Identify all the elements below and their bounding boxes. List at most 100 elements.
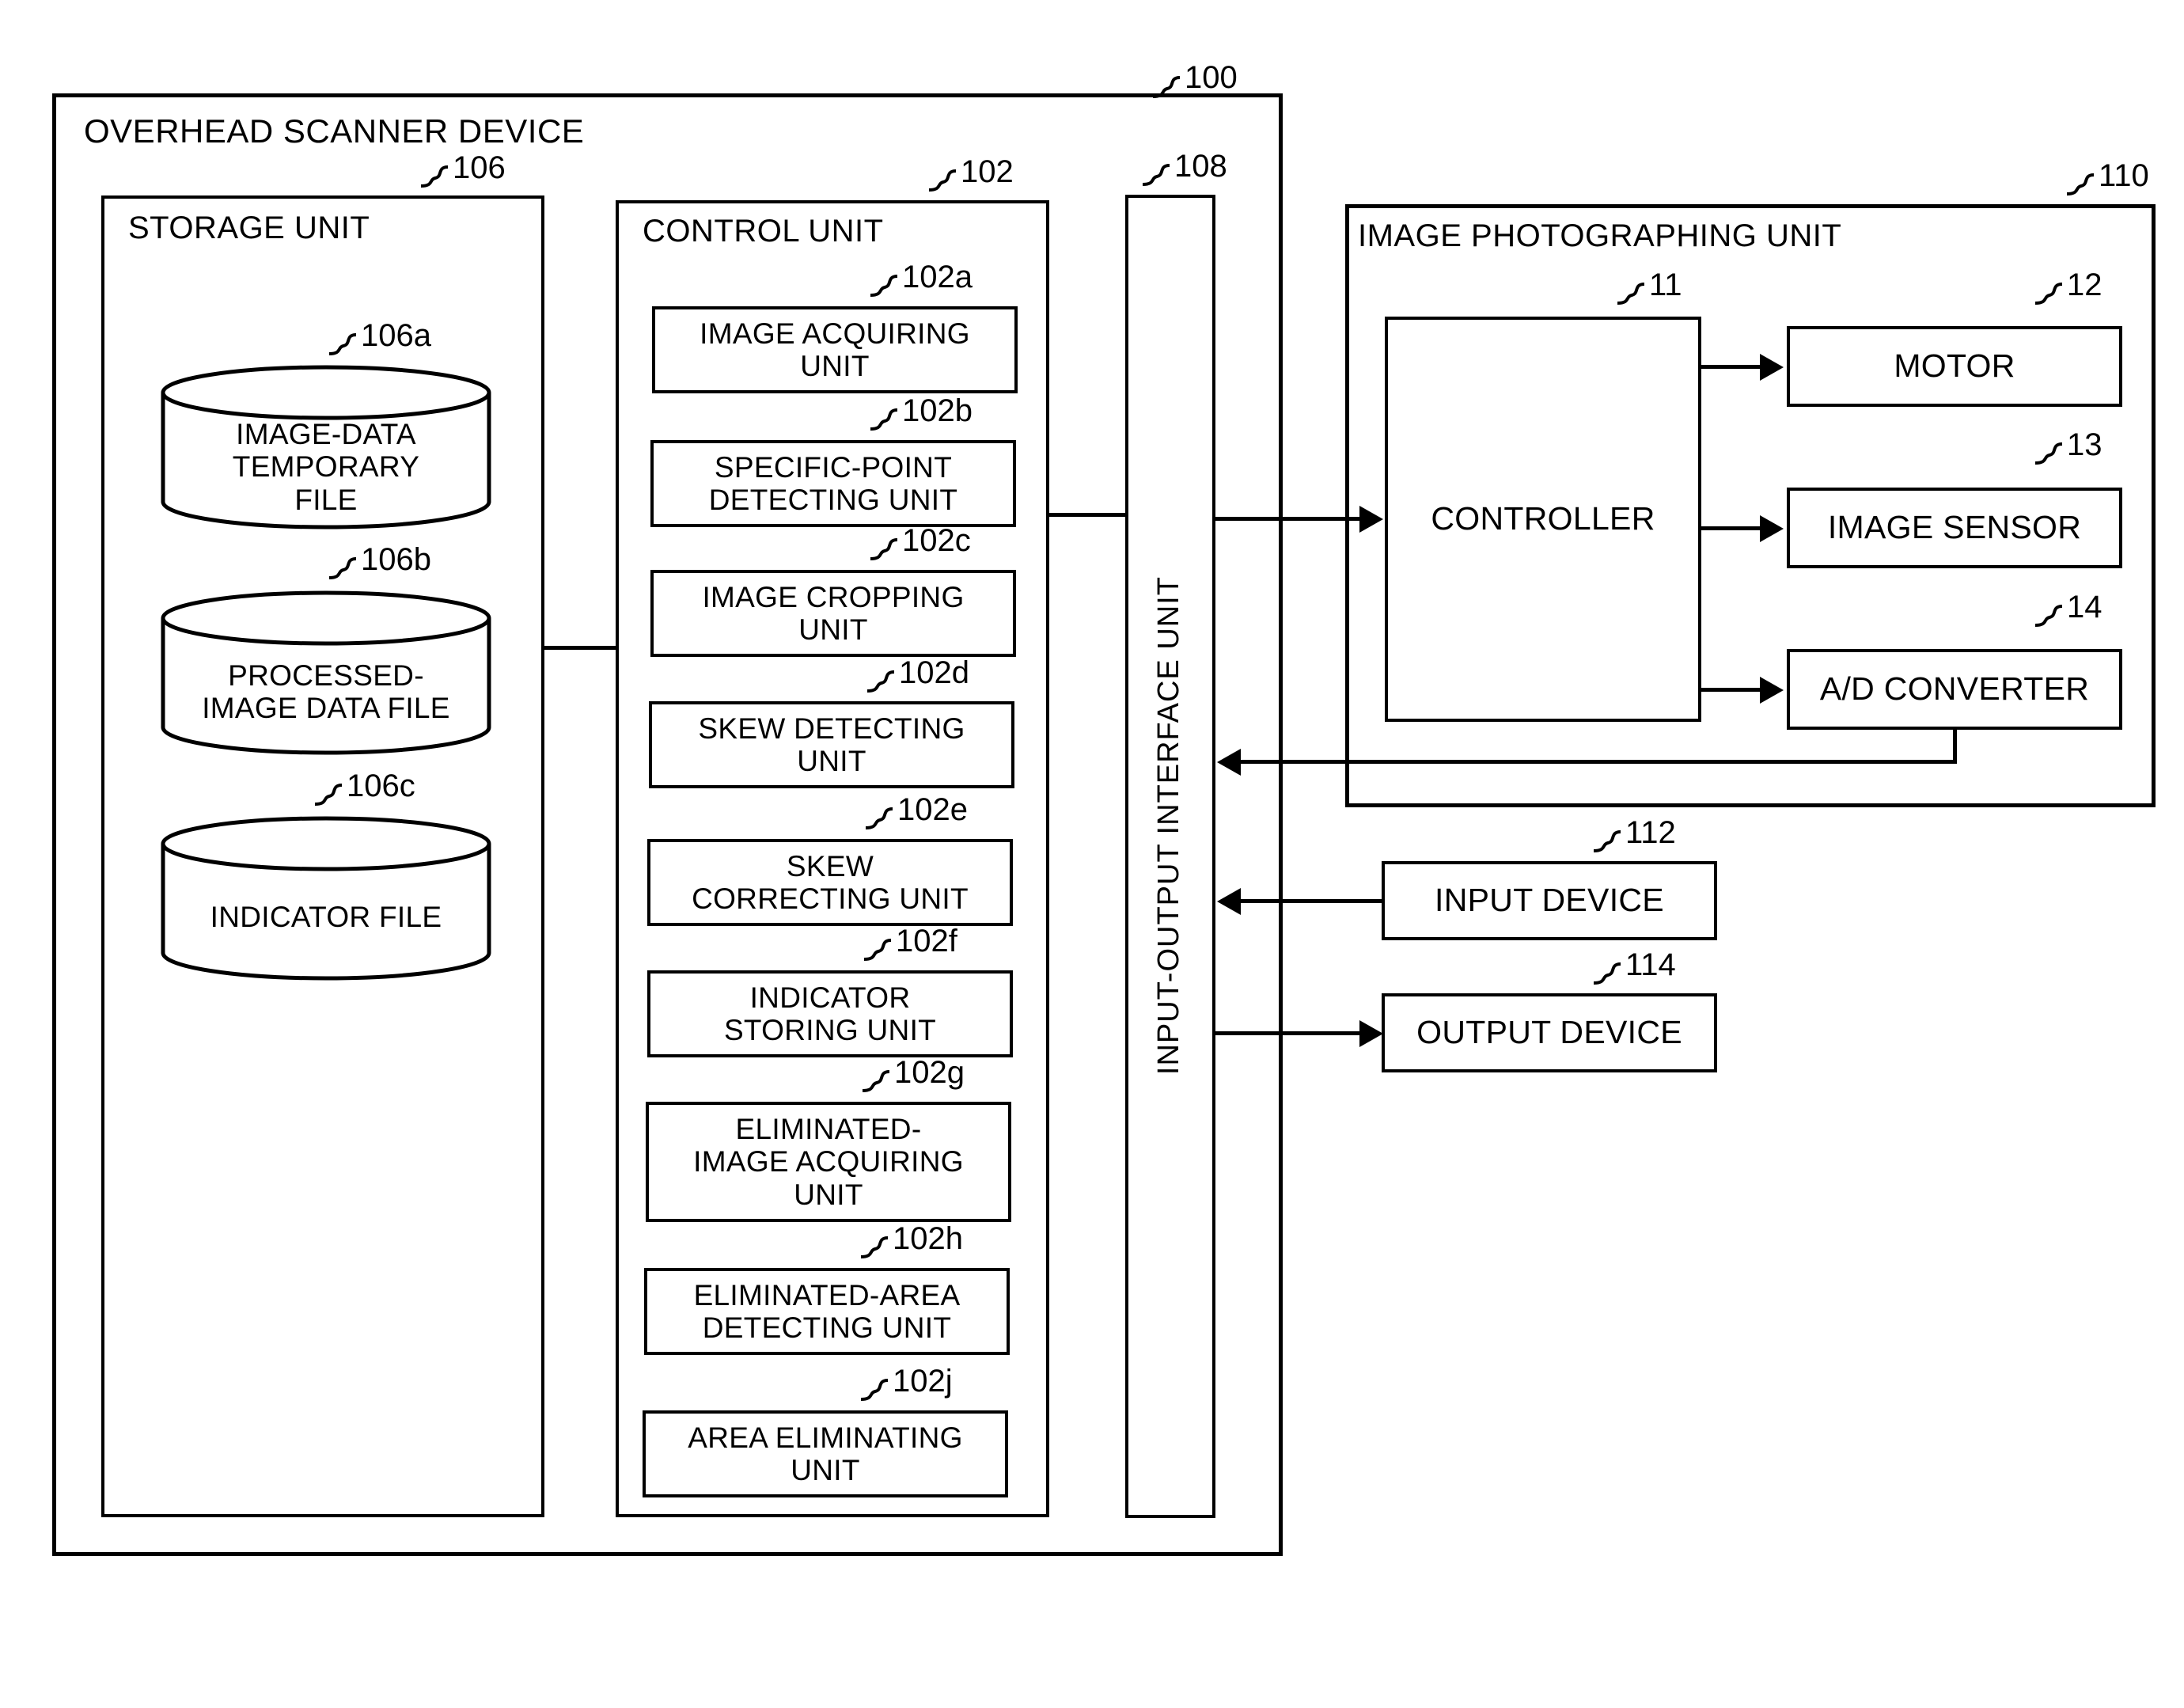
motor-label: MOTOR xyxy=(1894,347,2015,385)
ref-hook-102d xyxy=(866,667,895,694)
figure-canvas: 100 OVERHEAD SCANNER DEVICE 106 STORAGE … xyxy=(0,0,2184,1708)
unit-line: SKEW xyxy=(786,849,874,882)
ref-110: 110 xyxy=(2099,158,2149,193)
ref-hook-100 xyxy=(1151,73,1181,100)
unit-line: IMAGE ACQUIRING xyxy=(693,1145,964,1179)
arrowhead-input-device-to-io xyxy=(1217,888,1241,915)
ref-14: 14 xyxy=(2067,590,2102,624)
ref-102b: 102b xyxy=(902,393,973,428)
image-data-temporary-file-label: IMAGE-DATA TEMPORARY FILE xyxy=(158,418,494,516)
ref-108: 108 xyxy=(1174,149,1227,184)
ref-hook-14 xyxy=(2034,602,2063,628)
image-photographing-unit-title: IMAGE PHOTOGRAPHING UNIT xyxy=(1358,218,1842,253)
ref-102f: 102f xyxy=(896,924,957,958)
arrowhead-io-to-output-device xyxy=(1359,1020,1383,1047)
connector-controller-to-image-sensor xyxy=(1700,526,1761,530)
ref-hook-11 xyxy=(1616,279,1645,306)
ref-hook-102b xyxy=(869,405,898,432)
input-device-label: INPUT DEVICE xyxy=(1435,882,1664,919)
image-data-temporary-file-cylinder: IMAGE-DATA TEMPORARY FILE xyxy=(158,364,494,530)
cyl-line: FILE xyxy=(294,483,358,516)
unit-line: DETECTING UNIT xyxy=(702,1311,952,1344)
cyl-line: INDICATOR FILE xyxy=(210,901,442,933)
connector-control-to-io xyxy=(1048,513,1127,517)
unit-line: CORRECTING UNIT xyxy=(692,882,969,915)
ref-hook-108 xyxy=(1141,161,1170,188)
io-interface-title: INPUT-OUTPUT INTERFACE UNIT xyxy=(1152,576,1185,1076)
specific-point-detecting-unit-box: SPECIFIC-POINT DETECTING UNIT xyxy=(650,440,1016,527)
cyl-line: IMAGE DATA FILE xyxy=(202,692,450,725)
cyl-line: TEMPORARY xyxy=(232,450,420,484)
ref-hook-102 xyxy=(927,166,957,193)
processed-image-data-file-cylinder: PROCESSED- IMAGE DATA FILE xyxy=(158,590,494,756)
unit-line: INDICATOR xyxy=(749,981,911,1014)
ref-102c: 102c xyxy=(902,523,971,558)
ref-106c: 106c xyxy=(347,769,415,803)
skew-correcting-unit-box: SKEW CORRECTING UNIT xyxy=(647,839,1013,926)
unit-line: SPECIFIC-POINT xyxy=(714,450,953,484)
connector-controller-to-motor xyxy=(1700,365,1761,369)
unit-line: UNIT xyxy=(791,1454,860,1486)
ref-102h: 102h xyxy=(893,1221,963,1256)
ref-hook-102j xyxy=(859,1376,889,1402)
unit-line: DETECTING UNIT xyxy=(708,484,958,516)
connector-storage-to-control xyxy=(543,646,617,650)
connector-io-to-controller xyxy=(1214,517,1361,521)
cyl-line: IMAGE-DATA xyxy=(236,418,416,450)
ref-102d: 102d xyxy=(899,655,969,690)
ref-hook-102h xyxy=(859,1233,889,1260)
ref-106a: 106a xyxy=(361,318,431,353)
connector-input-device-to-io xyxy=(1241,899,1385,903)
ref-102e: 102e xyxy=(897,792,968,827)
indicator-storing-unit-box: INDICATOR STORING UNIT xyxy=(647,970,1013,1057)
ref-hook-112 xyxy=(1592,827,1621,854)
output-device-box: OUTPUT DEVICE xyxy=(1382,993,1717,1072)
overhead-scanner-device-title: OVERHEAD SCANNER DEVICE xyxy=(84,112,585,150)
unit-line: UNIT xyxy=(794,1178,863,1211)
ref-hook-102e xyxy=(864,804,893,831)
cyl-line: PROCESSED- xyxy=(228,659,424,692)
indicator-file-cylinder: INDICATOR FILE xyxy=(158,815,494,981)
arrowhead-controller-to-ad-converter xyxy=(1760,677,1784,704)
storage-unit-title: STORAGE UNIT xyxy=(128,211,370,245)
ref-102a: 102a xyxy=(902,260,973,294)
unit-line: IMAGE ACQUIRING xyxy=(700,317,970,350)
unit-line: ELIMINATED-AREA xyxy=(693,1278,961,1311)
unit-line: IMAGE CROPPING xyxy=(702,580,965,613)
arrowhead-ad-feedback-to-io xyxy=(1217,749,1241,776)
eliminated-image-acquiring-unit-box: ELIMINATED- IMAGE ACQUIRING UNIT xyxy=(646,1102,1011,1222)
processed-image-data-file-label: PROCESSED- IMAGE DATA FILE xyxy=(158,659,494,725)
ref-hook-106b xyxy=(328,554,357,581)
unit-line: SKEW DETECTING xyxy=(698,712,965,745)
ref-hook-102a xyxy=(869,271,898,298)
ref-106: 106 xyxy=(453,150,506,185)
input-device-box: INPUT DEVICE xyxy=(1382,861,1717,940)
skew-detecting-unit-box: SKEW DETECTING UNIT xyxy=(649,701,1014,788)
unit-line: UNIT xyxy=(798,613,868,646)
ref-hook-102g xyxy=(861,1067,890,1094)
ref-114: 114 xyxy=(1625,947,1676,982)
ref-hook-102f xyxy=(863,936,892,962)
ref-hook-106 xyxy=(419,162,449,189)
arrowhead-io-to-controller xyxy=(1359,506,1383,533)
image-sensor-box: IMAGE SENSOR xyxy=(1787,488,2122,568)
unit-line: UNIT xyxy=(800,350,870,382)
controller-box: CONTROLLER xyxy=(1385,317,1701,722)
ref-hook-106c xyxy=(313,780,343,807)
ref-112: 112 xyxy=(1625,815,1676,850)
controller-label: CONTROLLER xyxy=(1431,500,1655,537)
unit-line: STORING UNIT xyxy=(723,1014,937,1046)
ref-102: 102 xyxy=(961,154,1014,189)
ref-hook-13 xyxy=(2034,439,2063,466)
ref-hook-110 xyxy=(2065,170,2095,197)
arrowhead-controller-to-image-sensor xyxy=(1760,515,1784,542)
image-cropping-unit-box: IMAGE CROPPING UNIT xyxy=(650,570,1016,657)
image-sensor-label: IMAGE SENSOR xyxy=(1827,509,2082,546)
ref-hook-102c xyxy=(869,535,898,562)
ref-hook-106a xyxy=(328,330,357,357)
ref-100: 100 xyxy=(1185,60,1238,95)
ref-11: 11 xyxy=(1649,268,1682,302)
indicator-file-label: INDICATOR FILE xyxy=(158,901,494,933)
connector-ad-feedback-vertical xyxy=(1953,728,1957,763)
unit-line: ELIMINATED- xyxy=(735,1112,922,1145)
